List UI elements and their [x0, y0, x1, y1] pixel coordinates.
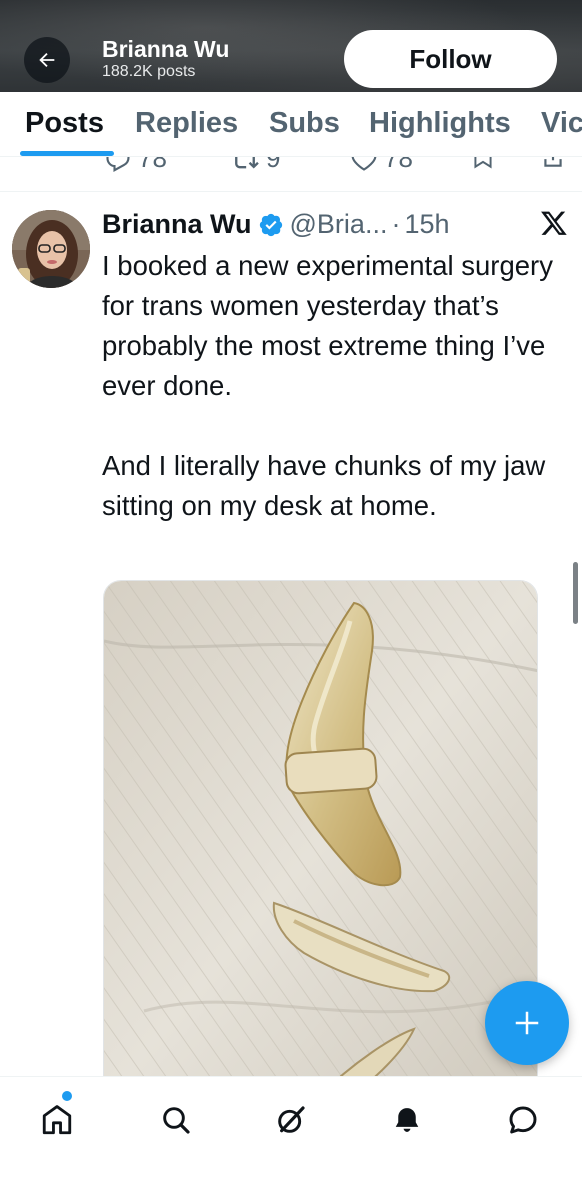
like-count: 78 — [384, 157, 413, 173]
avatar[interactable] — [12, 210, 90, 288]
bottom-nav — [0, 1076, 582, 1200]
tab-subs[interactable]: Subs — [269, 106, 340, 140]
verified-badge-icon — [259, 213, 282, 237]
tweet-time[interactable]: 15h — [404, 209, 449, 240]
tweet-author-name[interactable]: Brianna Wu — [102, 209, 252, 240]
tweet-text: I booked a new experimental surgery for … — [102, 250, 553, 521]
like-action[interactable]: 78 — [350, 157, 413, 174]
grok-icon — [278, 1106, 305, 1133]
share-icon — [544, 157, 562, 167]
tab-posts[interactable]: Posts — [25, 106, 104, 140]
tab-replies[interactable]: Replies — [135, 106, 238, 140]
notifications-icon — [395, 1108, 419, 1132]
posts-count: 188.2K posts — [102, 63, 196, 80]
bookmark-icon — [474, 157, 492, 169]
bookmark-action[interactable] — [470, 157, 496, 171]
plus-icon — [515, 1011, 539, 1035]
repost-count: 9 — [266, 157, 281, 173]
avatar-photo — [12, 210, 90, 288]
home-notification-dot — [62, 1091, 72, 1101]
tweet-header: Brianna Wu @Bria... · 15h — [102, 206, 450, 242]
tweet-media[interactable] — [103, 580, 538, 1100]
arrow-left-icon — [39, 52, 55, 68]
x-logo-icon[interactable] — [540, 209, 568, 237]
reply-action[interactable]: 78 — [104, 157, 167, 174]
repost-action[interactable]: 9 — [230, 157, 280, 174]
nav-notifications[interactable] — [382, 1095, 432, 1145]
profile-name: Brianna Wu — [102, 36, 230, 62]
reply-count: 78 — [138, 157, 167, 173]
tweet-photo — [104, 581, 537, 1099]
repost-icon — [235, 157, 259, 168]
profile-header: Brianna Wu 188.2K posts Follow — [0, 0, 582, 92]
nav-search[interactable] — [151, 1095, 201, 1145]
share-action[interactable] — [540, 157, 566, 171]
heart-icon — [351, 157, 377, 171]
nav-grok[interactable] — [266, 1095, 316, 1145]
tab-videos[interactable]: Vic — [541, 106, 582, 140]
search-icon — [163, 1107, 190, 1134]
back-button[interactable] — [24, 37, 70, 83]
compose-button[interactable] — [485, 981, 569, 1065]
scrollbar[interactable] — [573, 562, 578, 624]
reply-icon — [106, 157, 130, 172]
active-tab-indicator — [20, 151, 114, 156]
messages-icon — [509, 1106, 537, 1134]
tweet-separator: · — [391, 208, 401, 239]
nav-home[interactable] — [32, 1095, 82, 1145]
tweet-handle[interactable]: @Bria... — [290, 209, 388, 240]
tab-highlights[interactable]: Highlights — [369, 106, 511, 140]
follow-button[interactable]: Follow — [344, 30, 557, 88]
home-icon — [42, 1105, 72, 1135]
previous-tweet-actions: 78 9 78 — [0, 157, 582, 192]
nav-messages[interactable] — [498, 1095, 548, 1145]
profile-tabs: Posts Replies Subs Highlights Vic — [0, 92, 582, 157]
